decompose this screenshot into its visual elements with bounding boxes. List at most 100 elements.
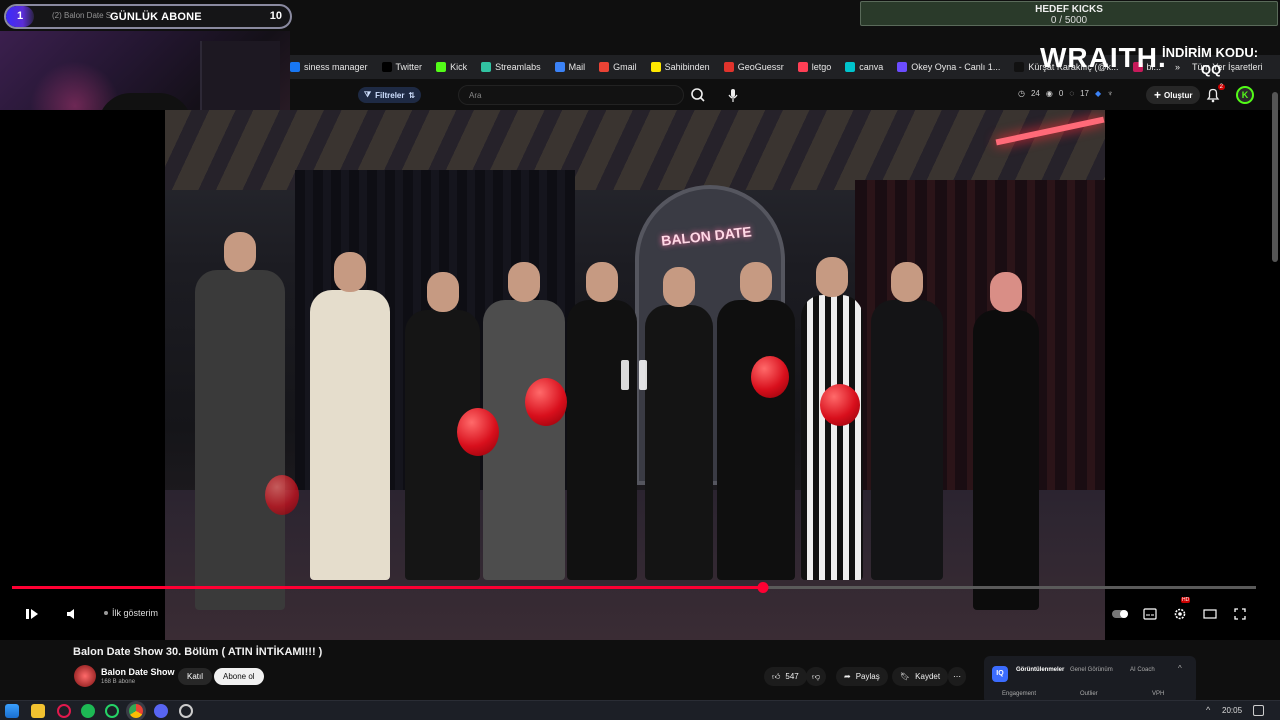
discount-code: QQ (1201, 62, 1222, 77)
goal-target: 10 (269, 10, 282, 22)
chapter-label[interactable]: İlk gösterim (104, 608, 158, 618)
head (586, 262, 618, 302)
search-placeholder: Ara (469, 91, 482, 100)
share-label: Paylaş (855, 672, 880, 681)
opera-gx-icon[interactable] (57, 704, 71, 718)
subscribe-button[interactable]: Abone ol (214, 668, 264, 685)
bookmark-favicon-icon (599, 62, 610, 72)
microphone-icon (728, 89, 738, 102)
vidiq-logo: IQ (992, 666, 1008, 682)
bookmark-favicon-icon (650, 62, 661, 72)
contestant (717, 262, 795, 580)
fullscreen-icon (1234, 608, 1246, 620)
bookmark-label: GeoGuessr (737, 62, 784, 72)
contestant (871, 262, 943, 580)
video-player[interactable]: BALON DATE İlk gösterim HD (0, 110, 1280, 640)
bookmark-item[interactable]: Mail (554, 62, 585, 72)
player-controls: İlk gösterim HD (0, 597, 1280, 626)
theater-icon (1203, 609, 1217, 619)
spotify-icon[interactable] (81, 704, 95, 718)
kicks-goal-value: 0 / 5000 (1050, 15, 1088, 26)
dislike-button[interactable]: 👎︎ (806, 667, 827, 686)
kicks-goal-widget: HEDEF KICKS 0 / 5000 (860, 1, 1278, 26)
seek-bar[interactable] (12, 582, 1256, 593)
account-avatar[interactable]: K (1236, 86, 1254, 104)
goal-current-count: 1 (17, 10, 24, 22)
chapter-text: İlk gösterim (112, 608, 159, 618)
page-scrollbar[interactable] (1272, 92, 1278, 262)
notification-center-icon[interactable] (1253, 705, 1264, 716)
tray-expand-icon[interactable]: ^ (1206, 705, 1210, 715)
channel-avatar[interactable] (74, 665, 96, 687)
channel-name[interactable]: Balon Date Show (101, 667, 175, 677)
stat-comments: 17 (1080, 89, 1089, 98)
windows-taskbar: ^ 20:05 (0, 700, 1280, 720)
volume-button[interactable] (62, 602, 82, 626)
more-icon: ⋯ (953, 672, 961, 681)
filters-button[interactable]: ⧩ Filtreler ⇅ (358, 87, 422, 103)
more-actions-button[interactable]: ⋯ (948, 667, 966, 686)
collapse-chevron-icon[interactable]: ^ (1178, 664, 1182, 673)
autoplay-toggle[interactable] (1112, 602, 1130, 626)
bookmark-favicon-icon (554, 62, 565, 72)
bookmark-item[interactable]: Twitter (381, 62, 422, 72)
vidiq-tab-views[interactable]: Görüntülenmeler (1016, 667, 1064, 673)
create-button[interactable]: + Oluştur (1146, 86, 1201, 104)
notifications-button[interactable]: 2 (1204, 84, 1225, 104)
bookmark-item[interactable]: Streamlabs (481, 62, 541, 72)
system-clock[interactable]: 20:05 (1222, 706, 1242, 715)
bookmark-item[interactable]: Sahibinden (650, 62, 710, 72)
bookmark-item[interactable]: GeoGuessr (723, 62, 784, 72)
obs-icon[interactable] (179, 704, 193, 718)
file-explorer-icon[interactable] (31, 704, 45, 718)
windows-start-icon[interactable] (5, 704, 19, 718)
save-button[interactable]: 🔖︎ Kaydet (892, 667, 949, 686)
vidiq-tab-ai-coach[interactable]: AI Coach (1130, 667, 1155, 673)
video-frame[interactable]: BALON DATE (165, 110, 1105, 640)
discord-icon[interactable] (154, 704, 168, 718)
play-button[interactable] (22, 602, 42, 626)
red-balloon (525, 378, 567, 426)
volume-icon (67, 609, 74, 619)
contestant (567, 262, 637, 580)
vidiq-tab-overview[interactable]: Genel Görünüm (1070, 667, 1113, 673)
head (891, 262, 923, 302)
bookmark-icon: 🔖︎ (900, 672, 911, 681)
vidiq-subtab-engagement[interactable]: Engagement (1002, 691, 1036, 697)
bookmark-item[interactable]: siness manager (290, 62, 368, 72)
contestant (801, 257, 863, 580)
bookmark-item[interactable]: Okey Oyna - Canlı 1... (897, 62, 1000, 72)
bookmark-item[interactable]: canva (845, 62, 883, 72)
bookmark-favicon-icon (481, 62, 492, 72)
chat-stat-icon: ◌ (1069, 89, 1075, 98)
kicks-goal-title: HEDEF KICKS (1035, 4, 1103, 15)
contestant (310, 252, 390, 580)
bookmark-item[interactable]: Kick (436, 62, 467, 72)
like-button[interactable]: 👍︎ 547 (764, 667, 807, 686)
search-button[interactable] (688, 86, 708, 104)
eye-stat-icon: ◉ (1045, 89, 1053, 98)
bookmark-item[interactable]: Gmail (599, 62, 637, 72)
search-input[interactable]: Ara (458, 85, 684, 105)
notification-count-badge: 2 (1217, 84, 1225, 90)
whatsapp-icon[interactable] (105, 704, 119, 718)
bookmark-favicon-icon (436, 62, 447, 72)
vidiq-subtab-outlier[interactable]: Outlier (1080, 691, 1098, 697)
award-icon[interactable]: ♆ (1107, 89, 1113, 98)
extension-icon[interactable]: ◆ (1095, 89, 1101, 98)
seek-bar-handle[interactable] (757, 582, 769, 593)
voice-search-button[interactable] (726, 86, 740, 104)
fullscreen-button[interactable] (1232, 602, 1248, 626)
toggle-icon (1112, 610, 1128, 618)
search-icon (691, 88, 705, 102)
chrome-icon[interactable] (129, 704, 143, 718)
bookmark-favicon-icon (723, 62, 734, 72)
vidiq-subtab-vph[interactable]: VPH (1152, 691, 1164, 697)
bookmark-item[interactable]: letgo (797, 62, 831, 72)
subtitles-button[interactable] (1142, 602, 1158, 626)
stat-likes: 0 (1058, 89, 1064, 98)
theater-mode-button[interactable] (1202, 602, 1218, 626)
join-button[interactable]: Katıl (178, 668, 213, 685)
settings-button[interactable]: HD (1172, 597, 1191, 626)
share-button[interactable]: ➦ Paylaş (836, 667, 888, 686)
